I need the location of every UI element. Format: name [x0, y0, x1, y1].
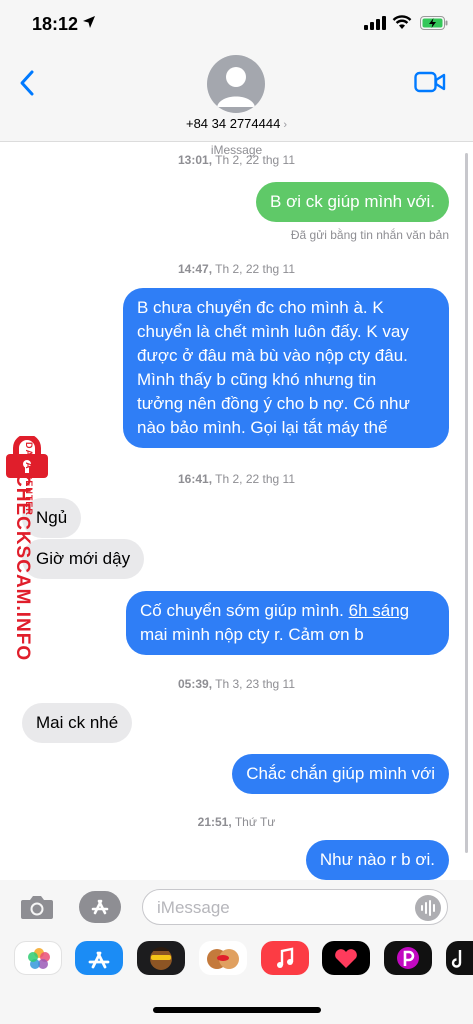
outgoing-bubble[interactable]: Như nào r b ơi. — [305, 840, 449, 880]
contact-name[interactable]: +84 34 2774444 › — [0, 116, 473, 131]
compose-bar: iMessage — [0, 880, 473, 934]
cellular-signal-icon — [364, 16, 386, 30]
scrollbar[interactable] — [465, 153, 468, 853]
message-list[interactable]: iMessage 13:01, Th 2, 22 thg 11 B ơi ck … — [0, 143, 473, 880]
waveform-icon — [421, 900, 435, 916]
audio-message-button[interactable] — [415, 895, 441, 921]
battery-charging-icon — [420, 16, 448, 30]
status-time: 18:12 — [32, 14, 79, 34]
checkscam-watermark: DATA CENTER CHECKSCAM.INFO — [2, 436, 54, 666]
message-line: Cố chuyển sớm giúp mình. 6h sáng — [140, 601, 410, 620]
message-line: được ở đâu mà bù vào nộp cty đâu. — [137, 346, 408, 365]
sticker-faces-icon — [207, 949, 239, 969]
message-line: chuyển là chết mình luôn đấy. K vay — [137, 322, 409, 341]
message-input-placeholder: iMessage — [157, 898, 230, 917]
timestamp: 21:51, Thứ Tư — [197, 815, 276, 829]
photos-flower-icon — [28, 948, 50, 969]
message-line: mai mình nộp cty r. Cảm ơn b — [140, 625, 364, 644]
person-icon — [217, 67, 255, 107]
timestamp: 14:47, Th 2, 22 thg 11 — [178, 262, 295, 276]
timestamp: 05:39, Th 3, 23 thg 11 — [178, 677, 295, 691]
timestamp: 13:01, Th 2, 22 thg 11 — [178, 153, 295, 167]
message-line: nào bảo mình. Gọi lại tắt máy thế — [137, 418, 388, 437]
app-store-glyph-icon — [88, 951, 110, 969]
location-arrow-icon — [83, 16, 95, 28]
outgoing-bubble[interactable]: B chưa chuyển đc cho mình à. K chuyển là… — [123, 288, 449, 448]
message-line: B chưa chuyển đc cho mình à. K — [137, 298, 384, 317]
outgoing-bubble[interactable]: Cố chuyển sớm giúp mình. 6h sáng mai mìn… — [126, 591, 449, 655]
sms-bubble[interactable]: B ơi ck giúp mình với. — [256, 182, 449, 222]
contact-chevron-icon: › — [283, 119, 288, 131]
music-icon[interactable] — [261, 941, 309, 975]
watermark-name: CHECKSCAM.INFO — [12, 473, 33, 662]
home-indicator[interactable] — [153, 1007, 321, 1013]
tiktok-icon[interactable] — [446, 941, 473, 975]
date-link[interactable]: 6h sáng — [349, 601, 410, 620]
contact-number: +84 34 2774444 — [185, 116, 281, 131]
picsart-icon[interactable] — [384, 941, 432, 975]
wifi-icon — [392, 15, 412, 29]
digital-touch-icon[interactable] — [322, 941, 370, 975]
facetime-video-icon[interactable] — [414, 71, 446, 93]
memoji-face-icon — [150, 947, 172, 970]
heart-icon — [335, 949, 357, 968]
app-store-icon[interactable] — [75, 941, 123, 975]
message-line: Mình thấy b cũng khó nhưng tin — [137, 370, 377, 389]
memoji-stickers-icon[interactable] — [199, 941, 247, 975]
contact-avatar[interactable] — [207, 55, 265, 113]
picsart-logo-icon — [397, 947, 419, 969]
message-input[interactable]: iMessage — [142, 889, 448, 925]
app-store-icon — [91, 899, 109, 915]
sent-as-sms-note: Đã gửi bằng tin nhắn văn bản — [290, 228, 449, 242]
app-store-button[interactable] — [79, 891, 121, 923]
incoming-bubble[interactable]: Mai ck nhé — [22, 703, 133, 743]
camera-icon[interactable] — [20, 894, 54, 920]
tiktok-note-icon — [451, 950, 462, 968]
music-note-icon — [277, 947, 294, 968]
outgoing-bubble[interactable]: Chắc chắn giúp mình với — [232, 754, 449, 794]
conversation-header: +84 34 2774444 › — [0, 48, 473, 142]
photos-icon[interactable] — [14, 941, 62, 975]
status-bar: 18:12 — [0, 0, 473, 48]
timestamp: 16:41, Th 2, 22 thg 11 — [178, 472, 295, 486]
back-chevron-icon[interactable] — [16, 68, 40, 98]
message-line: tưởng nên đồng ý cho b nợ. Có như — [137, 394, 410, 413]
memoji-icon[interactable] — [137, 941, 185, 975]
